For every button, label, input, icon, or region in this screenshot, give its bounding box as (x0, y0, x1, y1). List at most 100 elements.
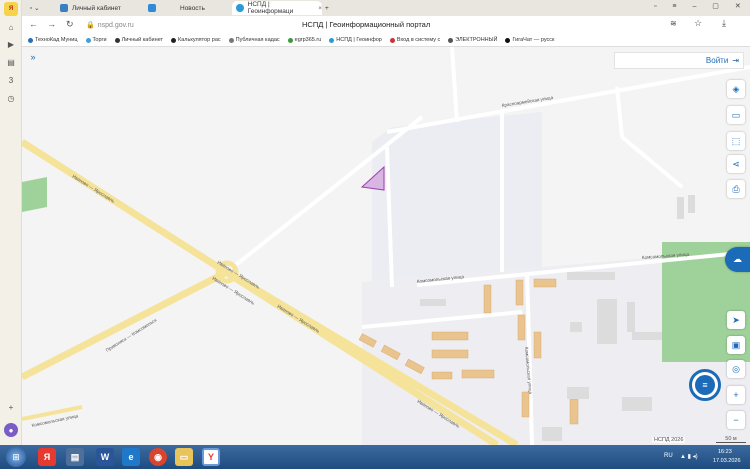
word-icon[interactable]: W (96, 448, 114, 466)
play-icon[interactable]: ▶ (4, 37, 18, 51)
locate-button[interactable]: ◎ (727, 360, 745, 378)
login-icon: ⇥ (732, 56, 739, 65)
favicon-icon (60, 4, 68, 12)
attribution[interactable]: НСПД 2026 (652, 437, 686, 443)
building (431, 371, 453, 380)
building (483, 284, 492, 314)
forward-icon[interactable]: → (47, 19, 56, 29)
folder-icon[interactable]: ▭ (175, 448, 193, 466)
share-map-button[interactable]: ⋖ (727, 155, 745, 173)
bookmark-item[interactable]: Торги (85, 37, 107, 43)
target-icon: ◎ (732, 363, 740, 374)
tab-lichny-kabinet[interactable]: Личный кабинет (56, 1, 142, 15)
double-chevron-right-icon: » (30, 52, 36, 62)
building (688, 195, 695, 213)
portal-tab-button[interactable]: ☁ (725, 247, 750, 272)
measure-button[interactable]: ▭ (727, 106, 745, 124)
window-controls[interactable]: ▫ ≡ – ▢ ✕ (654, 2, 748, 10)
yandex-browser-icon[interactable]: Я (38, 448, 56, 466)
geolocation-button[interactable]: ➤ (727, 311, 745, 329)
building (632, 332, 662, 340)
map-svg[interactable]: Красноармейская улица Комсомольская улиц… (22, 47, 750, 445)
chat-button[interactable]: ≡ (689, 369, 721, 401)
basemap-button[interactable]: ▣ (727, 336, 745, 354)
print-button[interactable]: ⎙ (727, 180, 745, 198)
bookmark-panel-icon[interactable]: ▤ (4, 55, 18, 69)
scale-bar: 50 м (716, 436, 746, 443)
tab-list-icon[interactable]: ▫ ⌄ (30, 4, 40, 12)
clock-date[interactable]: 17.03.2026 (713, 458, 741, 464)
login-button[interactable]: Войти ⇥ (614, 52, 744, 69)
favicon-icon (148, 4, 156, 12)
building (622, 397, 652, 411)
clock-time[interactable]: 16:23 (718, 449, 732, 455)
bookmark-star-icon[interactable]: ☆ (694, 18, 702, 29)
building (431, 349, 469, 359)
taskbar: ⊞ Я ▤ W e ◉ ▭ Y RU ▲ ▮ ◂) 16:23 17.03.20… (0, 445, 750, 469)
building (461, 369, 495, 379)
road-label: Иваново — Ярославль (71, 174, 116, 204)
layers-button[interactable]: ◈ (727, 80, 745, 98)
new-tab-button[interactable]: + (322, 1, 336, 15)
bookmark-item[interactable]: НСПД | Геоинфор (329, 37, 382, 43)
minor-street (620, 135, 684, 189)
building (597, 299, 617, 344)
minor-street (450, 47, 459, 123)
share-icon[interactable]: ≋ (670, 19, 677, 28)
tray-icons[interactable]: ▲ ▮ ◂) (680, 453, 698, 460)
bookmark-item[interactable]: ТехноКад Муниц (28, 37, 78, 43)
yandex-active-icon[interactable]: Y (202, 448, 220, 466)
ie-icon[interactable]: e (122, 448, 140, 466)
reload-icon[interactable]: ↻ (66, 19, 74, 30)
back-icon[interactable]: ← (29, 19, 38, 29)
zoom-out-button[interactable]: − (727, 411, 745, 429)
building (567, 387, 589, 399)
building (431, 331, 469, 341)
layers-icon: ◈ (732, 83, 740, 94)
bookmark-item[interactable]: Публичная кадас (228, 37, 280, 43)
favicon-icon (236, 4, 244, 12)
building (533, 278, 557, 288)
highway-road (22, 268, 229, 381)
chrome-icon[interactable]: ◉ (149, 448, 167, 466)
alice-icon[interactable]: ● (4, 423, 18, 437)
history-icon[interactable]: ◷ (4, 91, 18, 105)
building (420, 299, 446, 306)
home-icon[interactable]: ⌂ (4, 20, 18, 34)
bookmark-item[interactable]: ЭЛЕКТРОННЫЙ (448, 37, 497, 43)
explorer-icon[interactable]: ▤ (66, 448, 84, 466)
ruler-icon: ▭ (731, 109, 741, 120)
bookmarks-bar: ТехноКад Муниц Торги Личный кабинет Каль… (22, 34, 750, 47)
bookmark-item[interactable]: Вход в систему с (389, 37, 440, 43)
address-bar[interactable]: 🔒 nspd.gov.ru (86, 18, 166, 32)
add-panel-icon[interactable]: + (4, 400, 18, 414)
zoom-in-button[interactable]: + (727, 386, 745, 404)
page-title: НСПД | Геоинформационный портал (302, 20, 431, 29)
language-indicator[interactable]: RU (664, 453, 673, 459)
expand-panel-button[interactable]: » (26, 50, 40, 64)
park-area (22, 177, 47, 212)
tab-novost[interactable]: Новость (144, 1, 230, 15)
bookmark-item[interactable]: Калькулятор рас (171, 37, 221, 43)
cloud-icon: ☁ (733, 254, 742, 264)
bookmark-item[interactable]: egrp365.ru (287, 37, 321, 43)
browser-sidebar: Я ⌂ ▶ ▤ 3 ◷ + ● (0, 0, 22, 445)
downloads-icon[interactable]: ⤓ (722, 18, 726, 29)
building (569, 398, 579, 425)
counter-icon[interactable]: 3 (4, 73, 18, 87)
lock-icon: 🔒 (86, 22, 95, 29)
building (542, 427, 562, 441)
printer-icon: ⎙ (732, 183, 740, 194)
yandex-logo-icon[interactable]: Я (4, 2, 18, 16)
bookmark-item[interactable]: ГигаЧат — русск (505, 37, 554, 43)
minor-street (615, 86, 624, 138)
building (570, 322, 582, 332)
start-button[interactable]: ⊞ (6, 447, 26, 467)
map-canvas[interactable]: Красноармейская улица Комсомольская улиц… (22, 47, 750, 445)
tab-controls[interactable]: ▫ ⌄ (26, 1, 50, 15)
nav-bar: ← → ↻ 🔒 nspd.gov.ru НСПД | Геоинформацион… (22, 16, 750, 34)
tab-nspd[interactable]: НСПД | Геоинформаци × (232, 1, 322, 15)
windows-logo-icon: ⊞ (12, 451, 20, 462)
bookmark-item[interactable]: Личный кабинет (114, 37, 163, 43)
select-area-button[interactable]: ⬚ (727, 132, 745, 150)
